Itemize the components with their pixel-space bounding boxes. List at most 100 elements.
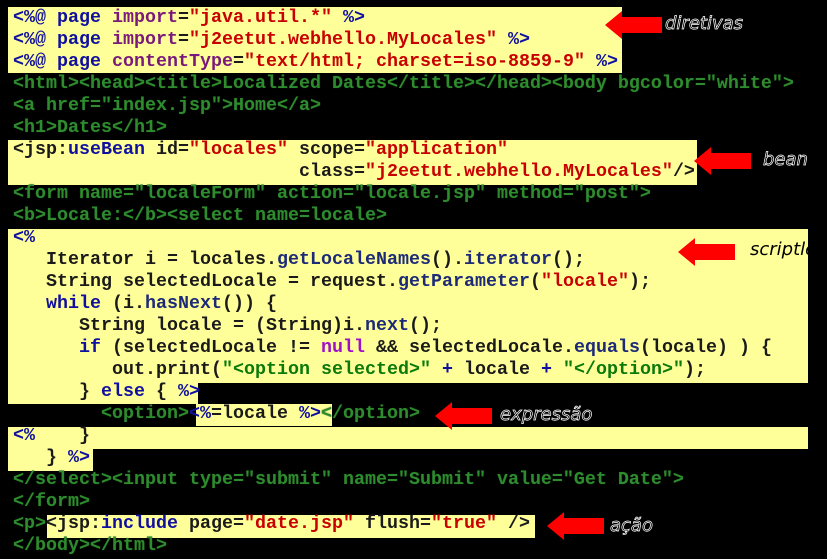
code-token: iterator [463, 249, 552, 270]
code-line: while (i.hasNext()) { [13, 293, 794, 315]
code-token: ( [529, 271, 541, 292]
code-token: locale [463, 359, 530, 380]
code-token: getParameter [397, 271, 530, 292]
code-line: <b>Locale:</b><select name=locale> [13, 205, 794, 227]
code-token: "application" [365, 139, 508, 160]
code-token: "text/html; charset=iso-8859-9" [244, 51, 585, 72]
code-token: </select><input type="submit" name="Subm… [13, 469, 684, 490]
code-token: equals [573, 337, 640, 358]
code-token: (); [551, 249, 585, 270]
code-token: "java.util.*" [189, 7, 332, 28]
code-token: import [112, 29, 178, 50]
code-token: %> [595, 51, 618, 72]
arrow-left-icon [435, 402, 492, 430]
code-token: <a href="index.jsp">Home</a> [13, 95, 321, 116]
code-token: "locale" [540, 271, 629, 292]
code-token: %> [178, 381, 200, 402]
code-line: String selectedLocale = request.getParam… [13, 271, 794, 293]
code-token: out.print( [13, 359, 222, 380]
code-token: <% [13, 227, 35, 248]
code-token: = [233, 51, 244, 72]
code-token: next [364, 315, 409, 336]
code-line: <option><%=locale %></option> [13, 403, 794, 425]
code-line: Iterator i = locales.getLocaleNames().it… [13, 249, 794, 271]
code-token: </option> [320, 403, 420, 424]
code-token: </form> [13, 491, 90, 512]
code-line: String locale = (String)i.next(); [13, 315, 794, 337]
code-token: class= [13, 161, 365, 182]
code-token: %> [298, 403, 321, 424]
code-token: flush= [354, 513, 431, 534]
code-token: <%@ page [13, 51, 112, 72]
code-token: && selectedLocale. [364, 337, 574, 358]
code-token: /> [672, 161, 695, 182]
code-token: /> [497, 513, 530, 534]
code-token: include [101, 513, 178, 534]
code-line: <form name="localeForm" action="locale.j… [13, 183, 794, 205]
code-token: "<option selected>" [221, 359, 431, 380]
code-token: %> [507, 29, 530, 50]
code-line: <h1>Dates</h1> [13, 117, 794, 139]
code-line: <jsp:useBean id="locales" scope="applica… [13, 139, 794, 161]
code-line: <% [13, 227, 794, 249]
code-token: (i. [101, 293, 145, 314]
code-token: (); [408, 315, 442, 336]
bean-label: bean [763, 149, 809, 171]
code-token: String selectedLocale = request. [13, 271, 398, 292]
code-token: "locales" [189, 139, 288, 160]
code-token: ); [628, 271, 651, 292]
code-token: = [178, 7, 189, 28]
code-token: while [46, 293, 101, 314]
code-token: "true" [431, 513, 497, 534]
code-token: String locale = (String)i. [13, 315, 365, 336]
expression-label: expressão [500, 404, 593, 426]
code-token: } [35, 425, 90, 446]
directives-label: diretivas [665, 13, 744, 35]
code-line: </body></html> [13, 535, 794, 557]
code-token: } [13, 381, 101, 402]
code-token: "j2eetut.webhello.MyLocales" [189, 29, 497, 50]
arrow-left-icon [547, 512, 604, 540]
arrow-left-icon [694, 147, 751, 175]
code-token: <jsp: [13, 139, 68, 160]
code-token: (locale) ) { [639, 337, 772, 358]
code-token: Iterator i = locales. [13, 249, 277, 270]
scriptlet-label: scriptlet [750, 239, 824, 260]
code-token: } [13, 447, 68, 468]
code-token: getLocaleNames [276, 249, 431, 270]
code-token: <%@ page [13, 7, 112, 28]
code-line: } %> [13, 447, 794, 469]
code-token: <p> [13, 513, 46, 534]
code-line: </select><input type="submit" name="Subm… [13, 469, 794, 491]
code-token: page= [178, 513, 244, 534]
code-token: scope= [288, 139, 365, 160]
code-listing: <%@ page import="java.util.*" %> <%@ page… [13, 7, 794, 557]
code-token: ); [683, 359, 706, 380]
code-token: <b>Locale:</b><select name=locale> [13, 205, 387, 226]
code-token: <html><head><title>Localized Dates</titl… [13, 73, 794, 94]
code-line: <% } [13, 425, 794, 447]
code-token: </body></html> [13, 535, 167, 556]
code-token: ()) { [222, 293, 277, 314]
code-token: import [112, 7, 178, 28]
code-line: } else { %> [13, 381, 794, 403]
code-token: contentType [112, 51, 233, 72]
code-token: "date.jsp" [244, 513, 354, 534]
arrow-left-icon [678, 238, 735, 266]
code-token: useBean [68, 139, 145, 160]
arrow-left-icon [605, 11, 662, 39]
code-token: (). [430, 249, 464, 270]
code-token: id= [145, 139, 189, 160]
code-token: + [529, 359, 563, 380]
code-token: (selectedLocale != [101, 337, 321, 358]
code-line: out.print("<option selected>" + locale +… [13, 359, 794, 381]
code-token: "</option>" [562, 359, 684, 380]
code-token: else [101, 381, 145, 402]
code-token: %> [342, 7, 365, 28]
code-token: + [430, 359, 464, 380]
